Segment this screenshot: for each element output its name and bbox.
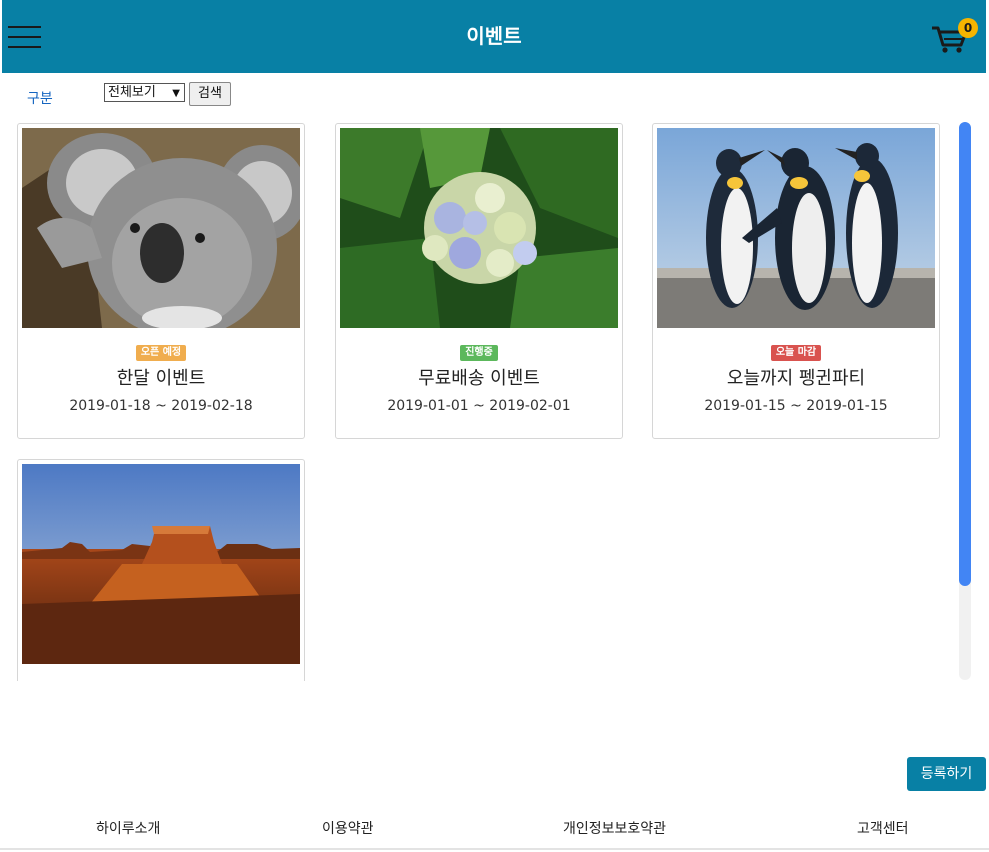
event-period: 2019-01-01 ~ 2019-02-01 [387, 398, 571, 414]
category-select-value: 전체보기 [108, 85, 156, 100]
footer-nav: 하이루소개 이용약관 개인정보보호약관 고객센터 [0, 812, 989, 850]
event-image-koala [22, 128, 300, 328]
footer-link-terms[interactable]: 이용약관 [322, 818, 374, 838]
chevron-down-icon: ▼ [172, 88, 180, 99]
event-period: 2019-01-15 ~ 2019-01-15 [704, 398, 888, 414]
cart-button[interactable]: 0 [930, 18, 978, 58]
footer-link-support[interactable]: 고객센터 [857, 818, 909, 838]
category-select[interactable]: 전체보기 ▼ [104, 83, 185, 102]
event-list: 오픈 예정 한달 이벤트 2019-01-18 ~ 2019-02-18 진행중… [0, 115, 989, 681]
status-badge: 진행중 [336, 340, 622, 361]
page-title: 이벤트 [466, 24, 522, 48]
scrollbar-thumb[interactable] [959, 122, 971, 586]
event-title: 한달 이벤트 [116, 368, 206, 389]
event-card[interactable]: 오늘 마감 오늘까지 펭귄파티 2019-01-15 ~ 2019-01-15 [652, 123, 940, 439]
status-badge: 오픈 예정 [18, 340, 304, 361]
status-badge: 오늘 마감 [653, 340, 939, 361]
event-period: 2019-01-18 ~ 2019-02-18 [69, 398, 253, 414]
event-title: 오늘까지 펭귄파티 [726, 368, 866, 389]
event-card[interactable]: 진행중 무료배송 이벤트 2019-01-01 ~ 2019-02-01 [335, 123, 623, 439]
event-image-desert [22, 464, 300, 664]
event-card[interactable]: 마감 [17, 459, 305, 681]
status-badge: 마감 [18, 676, 304, 681]
filter-label: 구분 [27, 91, 53, 107]
event-image-penguins [657, 128, 935, 328]
list-scrollbar[interactable] [959, 122, 971, 680]
app-header: 이벤트 0 [2, 0, 986, 73]
footer-link-privacy[interactable]: 개인정보보호약관 [563, 818, 666, 838]
register-button[interactable]: 등록하기 [907, 757, 986, 791]
footer-link-about[interactable]: 하이루소개 [96, 818, 160, 838]
event-image-hydrangea [340, 128, 618, 328]
event-title: 무료배송 이벤트 [418, 368, 540, 389]
search-button[interactable]: 검색 [189, 82, 231, 106]
cart-count-badge: 0 [958, 18, 978, 38]
event-card[interactable]: 오픈 예정 한달 이벤트 2019-01-18 ~ 2019-02-18 [17, 123, 305, 439]
